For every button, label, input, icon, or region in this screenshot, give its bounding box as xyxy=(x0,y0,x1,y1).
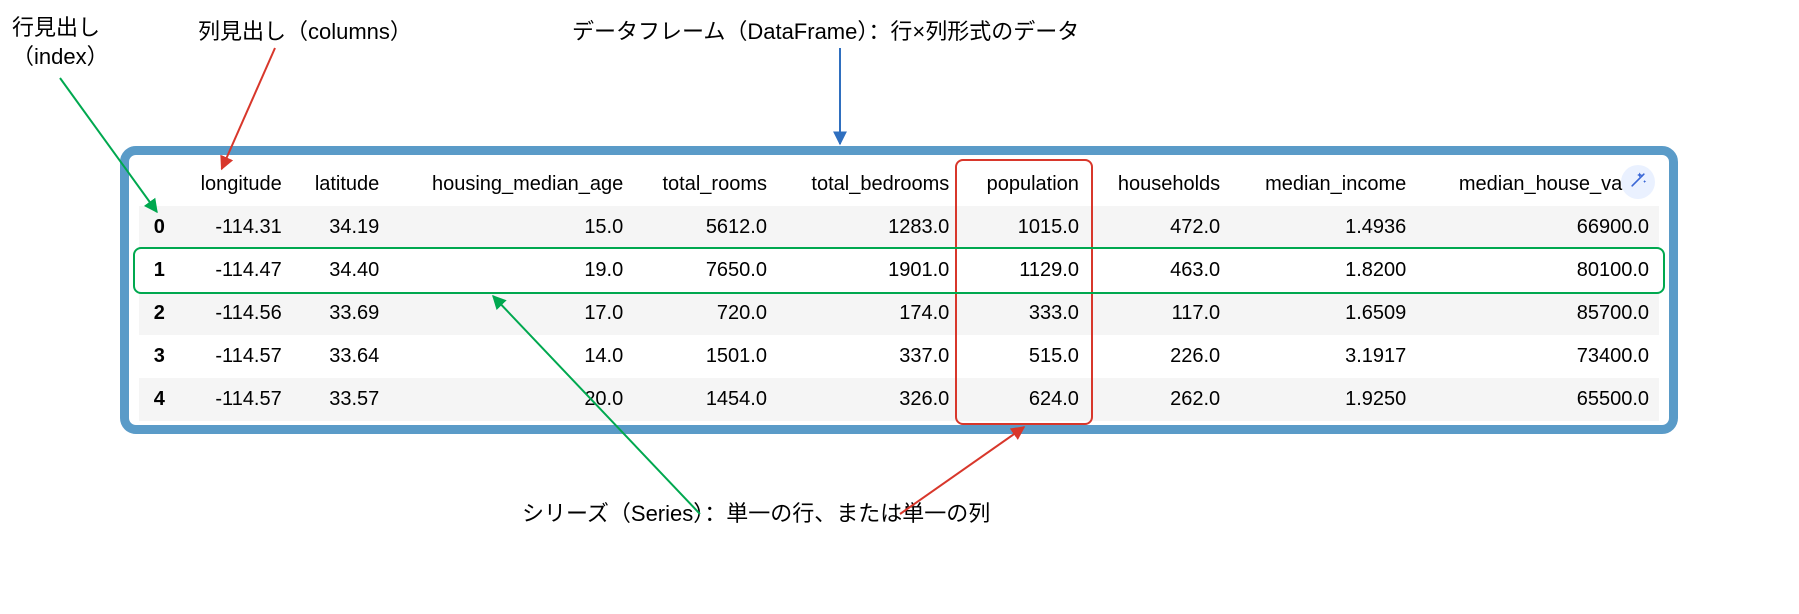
cell: 337.0 xyxy=(777,335,959,378)
row-index: 3 xyxy=(139,335,175,378)
row-index: 2 xyxy=(139,292,175,335)
col-header: longitude xyxy=(175,163,292,206)
cell: -114.47 xyxy=(175,249,292,292)
cell: 5612.0 xyxy=(633,206,777,249)
cell: 3.1917 xyxy=(1230,335,1416,378)
cell: 15.0 xyxy=(389,206,633,249)
cell: 1129.0 xyxy=(959,249,1089,292)
col-header: households xyxy=(1089,163,1230,206)
cell: -114.57 xyxy=(175,335,292,378)
cell: 1283.0 xyxy=(777,206,959,249)
cell: 1.9250 xyxy=(1230,378,1416,421)
table-row: 3 -114.57 33.64 14.0 1501.0 337.0 515.0 … xyxy=(139,335,1659,378)
cell: 33.57 xyxy=(292,378,390,421)
index-header-blank xyxy=(139,163,175,206)
cell: 1.4936 xyxy=(1230,206,1416,249)
cell: 174.0 xyxy=(777,292,959,335)
cell: 19.0 xyxy=(389,249,633,292)
table-row: 0 -114.31 34.19 15.0 5612.0 1283.0 1015.… xyxy=(139,206,1659,249)
annotation-columns: 列見出し（columns） xyxy=(198,18,412,47)
cell: 472.0 xyxy=(1089,206,1230,249)
cell: 326.0 xyxy=(777,378,959,421)
cell: 33.64 xyxy=(292,335,390,378)
cell: 14.0 xyxy=(389,335,633,378)
cell: 226.0 xyxy=(1089,335,1230,378)
cell: 65500.0 xyxy=(1416,378,1659,421)
column-header-row: longitude latitude housing_median_age to… xyxy=(139,163,1659,206)
cell: 1.8200 xyxy=(1230,249,1416,292)
dataframe-container: longitude latitude housing_median_age to… xyxy=(120,146,1678,434)
cell: 73400.0 xyxy=(1416,335,1659,378)
row-index: 1 xyxy=(139,249,175,292)
cell: 262.0 xyxy=(1089,378,1230,421)
annotation-index-line2: （index） xyxy=(12,44,109,69)
dataframe-table: longitude latitude housing_median_age to… xyxy=(139,163,1659,421)
cell: 33.69 xyxy=(292,292,390,335)
col-header: total_bedrooms xyxy=(777,163,959,206)
col-header: housing_median_age xyxy=(389,163,633,206)
cell: 515.0 xyxy=(959,335,1089,378)
cell: 66900.0 xyxy=(1416,206,1659,249)
row-index: 0 xyxy=(139,206,175,249)
cell: 333.0 xyxy=(959,292,1089,335)
cell: -114.56 xyxy=(175,292,292,335)
col-header: total_rooms xyxy=(633,163,777,206)
cell: 463.0 xyxy=(1089,249,1230,292)
cell: 1454.0 xyxy=(633,378,777,421)
col-header: population xyxy=(959,163,1089,206)
cell: 20.0 xyxy=(389,378,633,421)
cell: 1.6509 xyxy=(1230,292,1416,335)
cell: 7650.0 xyxy=(633,249,777,292)
cell: 624.0 xyxy=(959,378,1089,421)
cell: 17.0 xyxy=(389,292,633,335)
annotation-index-line1: 行見出し xyxy=(12,15,100,40)
cell: 80100.0 xyxy=(1416,249,1659,292)
magic-wand-button[interactable] xyxy=(1621,165,1655,199)
magic-wand-icon xyxy=(1628,170,1648,195)
cell: 1015.0 xyxy=(959,206,1089,249)
cell: 34.19 xyxy=(292,206,390,249)
table-row: 4 -114.57 33.57 20.0 1454.0 326.0 624.0 … xyxy=(139,378,1659,421)
table-row: 2 -114.56 33.69 17.0 720.0 174.0 333.0 1… xyxy=(139,292,1659,335)
cell: 117.0 xyxy=(1089,292,1230,335)
annotation-dataframe: データフレーム（DataFrame）：行×列形式のデータ xyxy=(572,18,1079,47)
annotation-index: 行見出し （index） xyxy=(12,14,109,71)
table-row: 1 -114.47 34.40 19.0 7650.0 1901.0 1129.… xyxy=(139,249,1659,292)
cell: -114.57 xyxy=(175,378,292,421)
annotation-series: シリーズ（Series）：単一の行、または単一の列 xyxy=(522,500,990,529)
row-index: 4 xyxy=(139,378,175,421)
cell: -114.31 xyxy=(175,206,292,249)
cell: 85700.0 xyxy=(1416,292,1659,335)
col-header: latitude xyxy=(292,163,390,206)
cell: 720.0 xyxy=(633,292,777,335)
cell: 1501.0 xyxy=(633,335,777,378)
cell: 34.40 xyxy=(292,249,390,292)
col-header: median_income xyxy=(1230,163,1416,206)
cell: 1901.0 xyxy=(777,249,959,292)
